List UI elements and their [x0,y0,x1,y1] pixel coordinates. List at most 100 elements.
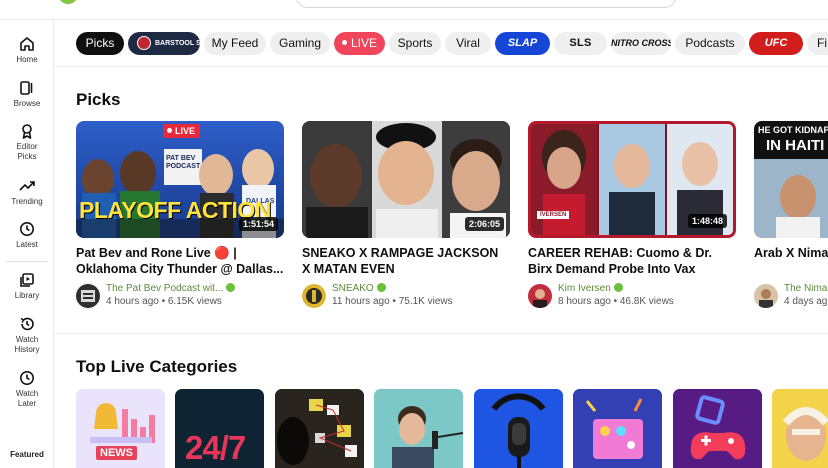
channel-name[interactable]: The Nima [784,283,827,294]
irl-illustration [772,389,828,468]
section-title-top-live-categories: Top Live Categories [76,357,238,376]
chip-picks[interactable]: Picks [76,32,124,55]
verified-icon [613,282,623,292]
podcast-host-illustration [374,389,463,468]
chip-slap[interactable]: SLAP [495,32,550,55]
sidebar-item-label: Library [14,291,40,300]
sidebar-item-label: Home [16,55,38,64]
chip-ufc[interactable]: UFC [749,32,803,55]
category-tile-microphone[interactable] [474,389,563,468]
category-chip-bar: Picks BARSTOOL SPORTS My Feed Gaming LIV… [54,20,828,67]
video-thumbnail[interactable]: IVERSEN 1:48:48 [528,121,736,238]
clock-icon [20,371,34,385]
chip-viral[interactable]: Viral [445,32,491,55]
video-duration: 2:06:05 [464,217,504,231]
live-badge: LIVE [163,124,201,138]
video-title[interactable]: Pat Bev and Rone Live 🔴 | Oklahoma City … [76,245,284,277]
sidebar-item-watch-later[interactable]: Watch Later [0,370,54,409]
sidebar-item-trending[interactable]: Trending [0,178,54,207]
thumbnail-caption: HE GOT KIDNAP [758,125,828,135]
sidebar-item-latest[interactable]: Latest [0,221,54,250]
video-meta: The Nima 4 days ag [754,283,828,309]
microphone-icon [474,389,563,468]
chip-my-feed[interactable]: My Feed [204,32,266,55]
music-illustration [573,389,662,468]
video-thumbnail[interactable]: PAT BEV PODCAST DALLAS PLAYOFF ACTION LI… [76,121,284,238]
chip-sports[interactable]: Sports [389,32,441,55]
sidebar-featured-heading: Featured [10,450,44,459]
thumbnail-caption: PAT BEV PODCAST [166,155,201,170]
live-dot-icon [341,40,347,46]
sidebar-item-home[interactable]: Home [0,36,54,65]
gamepad-icon [673,389,762,468]
category-label: 24/7 [185,429,246,466]
clock-icon [20,222,34,236]
sidebar-item-label: Watch Later [15,389,39,408]
trending-icon [19,181,35,191]
section-title-picks: Picks [76,90,121,109]
channel-avatar[interactable] [76,284,100,308]
library-icon [20,273,34,287]
channel-name[interactable]: The Pat Bev Podcast wit... [106,282,236,294]
video-thumbnail[interactable]: HE GOT KIDNAP IN HAITI [754,121,828,238]
video-duration: 1:48:48 [687,214,727,228]
barstool-logo-icon [137,35,151,50]
sidebar-item-label: Latest [16,240,38,249]
browse-icon [20,81,33,95]
video-title[interactable]: CAREER REHAB: Cuomo & Dr. Birx Demand Pr… [528,245,736,277]
category-tile-irl[interactable] [772,389,828,468]
channel-name[interactable]: Kim Iversen [558,282,623,294]
sidebar-item-label: Trending [11,197,43,206]
video-card[interactable]: PAT BEV PODCAST DALLAS PLAYOFF ACTION LI… [76,121,284,309]
thumbnail-caption: IVERSEN [537,211,570,219]
award-icon [22,124,32,139]
home-icon [20,37,34,51]
chip-gaming[interactable]: Gaming [270,32,330,55]
video-stats: 4 hours ago • 6.15K views [106,296,222,307]
category-tile-conspiracy[interactable] [275,389,364,468]
video-stats: 8 hours ago • 46.8K views [558,296,674,307]
category-label: NEWS [96,446,137,460]
top-bar [0,0,828,20]
channel-avatar[interactable] [528,284,552,308]
video-thumbnail[interactable]: 2:06:05 [302,121,510,238]
search-input[interactable] [296,0,676,8]
channel-avatar[interactable] [754,284,778,308]
channel-avatar[interactable] [302,284,326,308]
video-duration: 1:51:54 [238,217,278,231]
category-tile-podcast-host[interactable] [374,389,463,468]
rumble-logo[interactable] [58,0,78,4]
sidebar: Home Browse Editor Picks Trending Latest… [0,20,54,468]
chip-more[interactable]: Fi [807,32,828,55]
chip-live[interactable]: LIVE [334,32,385,55]
channel-name[interactable]: SNEAKO [332,282,386,294]
chip-podcasts[interactable]: Podcasts [675,32,745,55]
category-tile-news[interactable]: NEWS [76,389,165,468]
category-tile-music[interactable] [573,389,662,468]
sidebar-item-label: Browse [13,99,41,108]
video-card[interactable]: 2:06:05 SNEAKO X RAMPAGE JACKSON X MATAN… [302,121,510,309]
chip-barstool-sports[interactable]: BARSTOOL SPORTS [128,32,200,55]
video-meta: SNEAKO 11 hours ago • 75.1K views [302,282,510,309]
video-meta: The Pat Bev Podcast wit... 4 hours ago •… [76,282,284,309]
video-title[interactable]: Arab X Nima [754,245,828,277]
video-title[interactable]: SNEAKO X RAMPAGE JACKSON X MATAN EVEN [302,245,510,277]
video-stats: 4 days ag [784,296,828,307]
video-card[interactable]: HE GOT KIDNAP IN HAITI Arab X Nima The N… [754,121,828,309]
sidebar-item-label: Editor Picks [16,142,38,161]
video-meta: Kim Iversen 8 hours ago • 46.8K views [528,282,736,309]
category-tile-24-7[interactable]: 24/7 [175,389,264,468]
category-tile-gaming[interactable] [673,389,762,468]
sidebar-item-library[interactable]: Library [0,272,54,301]
sidebar-item-browse[interactable]: Browse [0,80,54,109]
chip-nitro-cross[interactable]: NITRO CROSS [611,32,671,55]
conspiracy-board-illustration [275,389,364,468]
history-icon [20,317,34,331]
sidebar-item-watch-history[interactable]: Watch History [0,316,54,355]
live-dot-icon [167,128,172,134]
chip-sls[interactable]: SLS [554,32,607,55]
section-divider [54,333,828,334]
sidebar-divider [6,261,48,262]
video-card[interactable]: IVERSEN 1:48:48 CAREER REHAB: Cuomo & Dr… [528,121,736,309]
sidebar-item-editor-picks[interactable]: Editor Picks [0,123,54,162]
